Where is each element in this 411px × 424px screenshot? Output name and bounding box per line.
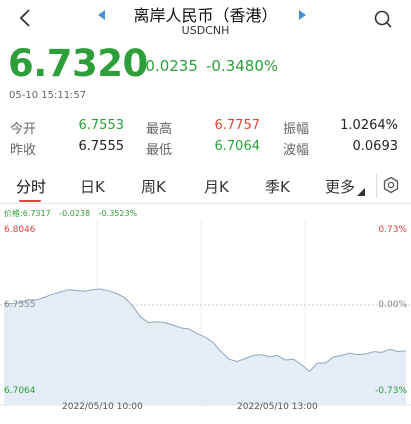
top-bar: 离岸人民币（香港） USDCNH <box>0 0 411 42</box>
y-left-bottom-label: 6.7064 <box>4 386 36 396</box>
price-area <box>4 289 406 405</box>
y-left-top-label: 6.8046 <box>4 225 36 235</box>
period-tabs: 分时 日K 周K 月K 季K 更多 <box>0 170 411 202</box>
tab-daily[interactable]: 日K <box>80 176 105 197</box>
stat-label-volatility: 波幅 <box>283 143 310 158</box>
stat-label-open: 今开 <box>10 122 37 137</box>
y-right-top-label: 0.73% <box>378 225 407 235</box>
last-price: 6.7320 <box>8 42 148 85</box>
stat-value-open: 6.7553 <box>78 118 125 133</box>
page-title: 离岸人民币（香港） <box>133 6 278 25</box>
chart-info-price: 价格:6.7317 <box>4 209 51 218</box>
stat-label-prev-close: 昨收 <box>10 143 37 158</box>
tab-weekly[interactable]: 周K <box>141 176 166 197</box>
stat-label-amplitude: 振幅 <box>283 122 310 137</box>
stat-value-amplitude: 1.0264% <box>340 118 398 133</box>
stat-value-volatility: 0.0693 <box>352 139 399 154</box>
active-tab-indicator <box>19 200 41 202</box>
x-label-1: 2022/05/10 10:00 <box>62 402 143 412</box>
tab-separator <box>376 174 377 198</box>
stat-label-low: 最低 <box>146 143 173 158</box>
chart-crosshair-info: 价格:6.7317 -0.0238 -0.3523% <box>4 208 137 219</box>
quote-timestamp: 05-10 15:11:57 <box>9 90 87 101</box>
tab-monthly[interactable]: 月K <box>204 176 229 197</box>
more-dropdown-icon[interactable] <box>357 188 365 196</box>
chart-info-change: -0.0238 <box>59 209 91 218</box>
settings-hexagon-icon[interactable] <box>382 176 400 194</box>
intraday-chart[interactable]: 6.8046 6.7555 6.7064 0.73% 0.00% -0.73% … <box>0 220 411 424</box>
intraday-chart-svg <box>0 220 411 406</box>
y-right-mid-label: 0.00% <box>378 300 407 310</box>
y-right-bottom-label: -0.73% <box>375 386 407 396</box>
next-triangle-icon[interactable] <box>296 9 308 21</box>
stat-label-high: 最高 <box>146 122 173 137</box>
tab-more[interactable]: 更多 <box>325 176 355 197</box>
price-change-percent: -0.3480% <box>206 57 279 75</box>
stat-value-low: 6.7064 <box>214 139 261 154</box>
stat-value-prev-close: 6.7555 <box>78 139 125 154</box>
tab-quarterly[interactable]: 季K <box>265 176 290 197</box>
symbol-code: USDCNH <box>181 24 230 37</box>
y-left-mid-label: 6.7555 <box>4 300 36 310</box>
search-icon[interactable] <box>372 8 394 30</box>
x-label-2: 2022/05/10 13:00 <box>237 402 318 412</box>
tabs-divider <box>0 203 411 204</box>
price-change: -0.0235 <box>140 57 198 75</box>
chart-info-change-pct: -0.3523% <box>98 209 138 218</box>
stat-value-high: 6.7757 <box>214 118 261 133</box>
tab-more-label: 更多 <box>325 178 356 196</box>
tab-intraday[interactable]: 分时 <box>16 176 46 197</box>
